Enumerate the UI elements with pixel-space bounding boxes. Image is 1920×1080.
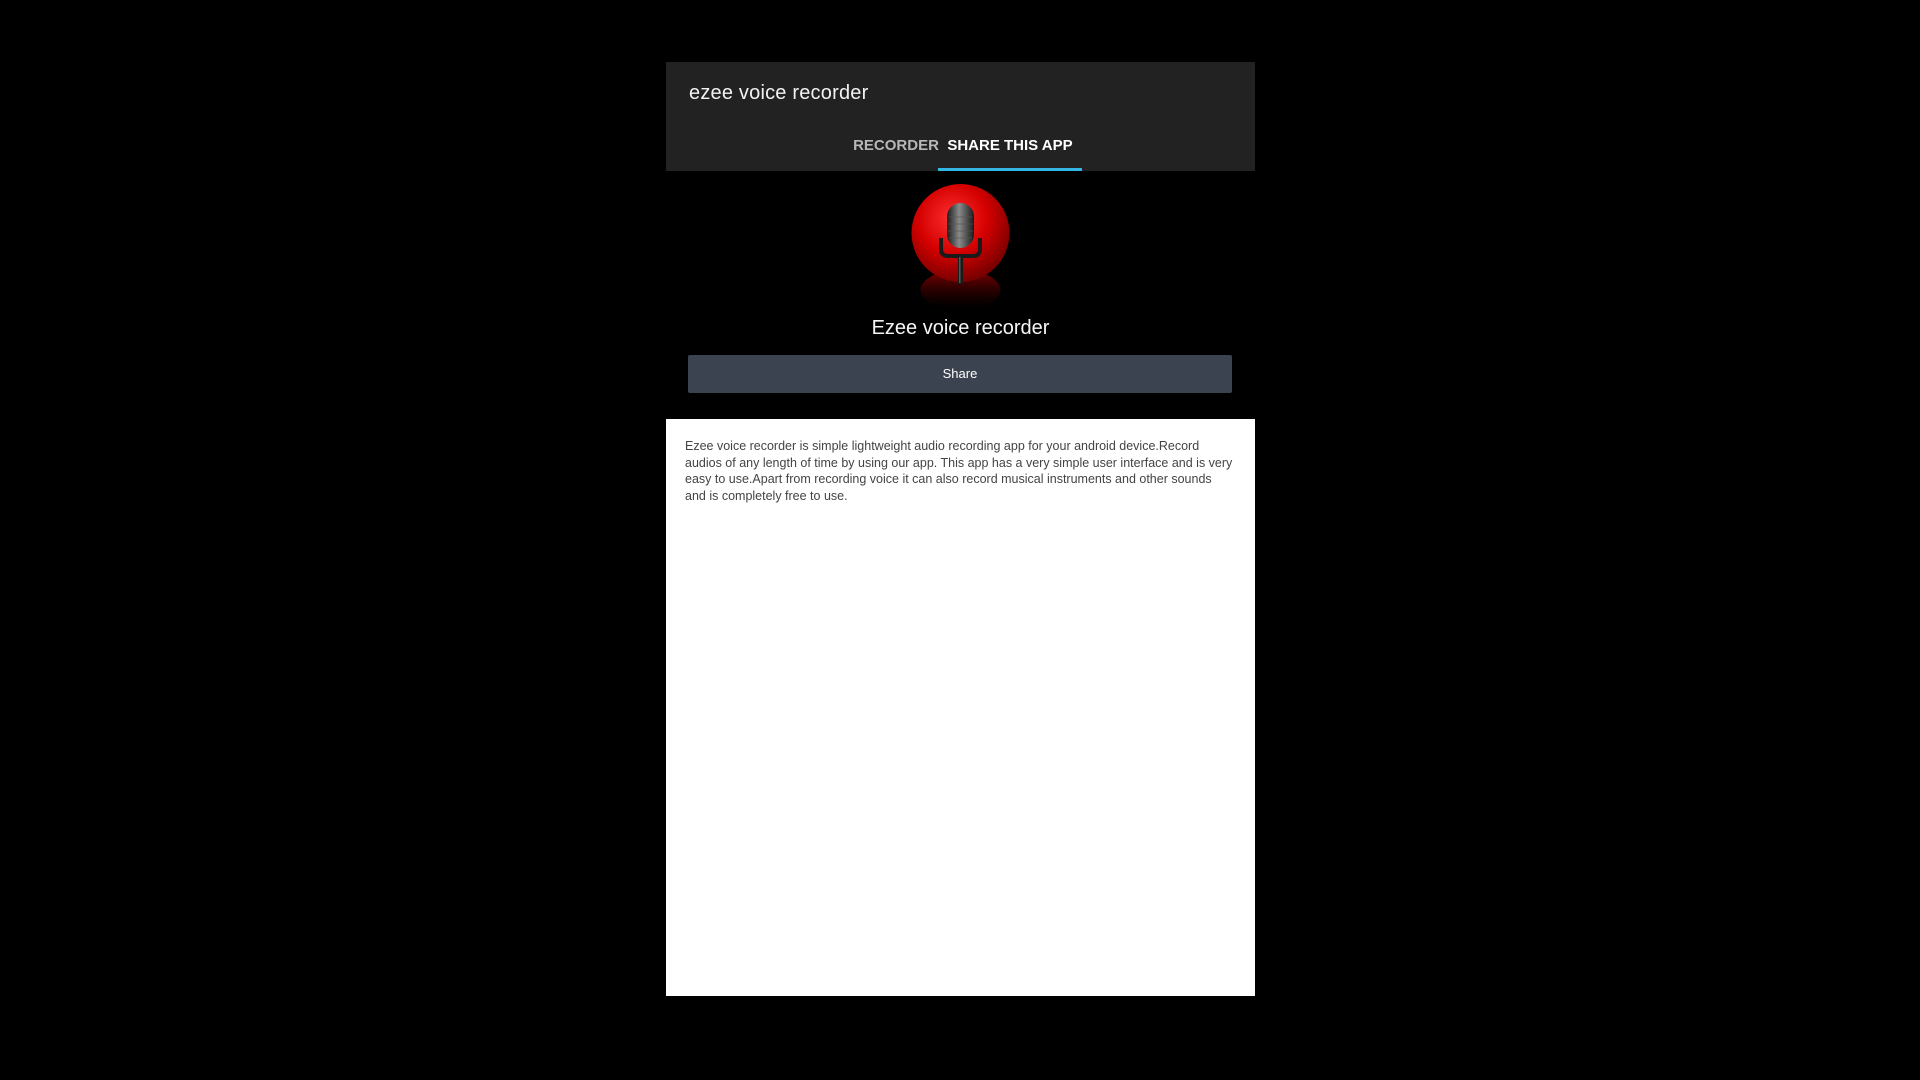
- description-panel: Ezee voice recorder is simple lightweigh…: [666, 419, 1255, 996]
- action-bar: ezee voice recorder RECORDER SHARE THIS …: [666, 62, 1255, 171]
- tab-bar: RECORDER SHARE THIS APP: [666, 130, 1255, 171]
- tab-recorder-label: RECORDER: [853, 137, 939, 154]
- app-description: Ezee voice recorder is simple lightweigh…: [685, 439, 1233, 503]
- red-microphone-icon: [910, 182, 1011, 310]
- app-window: ezee voice recorder RECORDER SHARE THIS …: [666, 62, 1255, 996]
- share-button[interactable]: Share: [688, 355, 1232, 393]
- share-app-name: Ezee voice recorder: [871, 317, 1050, 339]
- app-title: ezee voice recorder: [689, 82, 869, 104]
- tab-share-this-app-label: SHARE THIS APP: [947, 137, 1073, 154]
- tab-share-this-app[interactable]: SHARE THIS APP: [938, 130, 1082, 171]
- screen: ezee voice recorder RECORDER SHARE THIS …: [0, 0, 1920, 1080]
